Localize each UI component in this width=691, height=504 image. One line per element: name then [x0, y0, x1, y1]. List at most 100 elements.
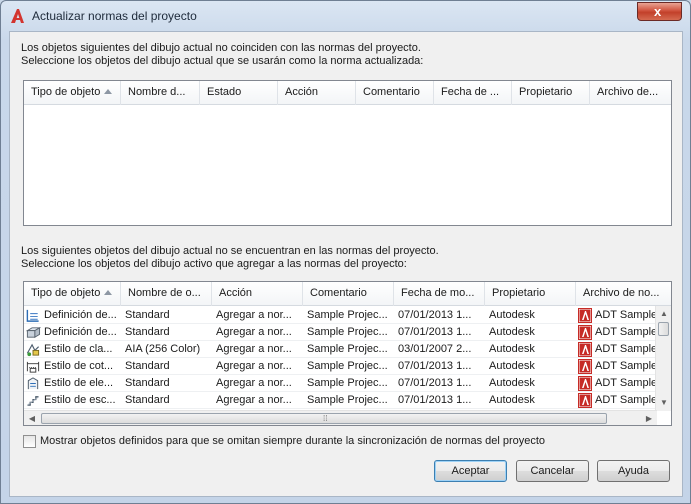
- cell-nombre: Standard: [125, 377, 170, 389]
- title-bar[interactable]: Actualizar normas del proyecto x: [1, 1, 690, 31]
- cell-propietario: Autodesk: [489, 309, 535, 321]
- cell-propietario: Autodesk: [489, 360, 535, 372]
- cell-archivo: ADT Sample: [576, 307, 660, 324]
- horizontal-scroll-thumb[interactable]: ⁞⁞: [41, 413, 607, 424]
- skip-objects-label: Mostrar objetos definidos para que se om…: [40, 435, 546, 447]
- cell-archivo: ADT Sample: [576, 392, 660, 409]
- grip-icon: ⁞⁞: [323, 414, 328, 423]
- standards-file-icon: [578, 308, 592, 323]
- cell-tipo: Estilo de cot...: [24, 358, 121, 375]
- dialog-body: Los objetos siguientes del dibujo actual…: [9, 31, 683, 497]
- grid1-col-fecha[interactable]: Fecha de ...: [434, 81, 512, 105]
- standards-file-icon: [578, 393, 592, 408]
- grid2-col-fecha[interactable]: Fecha de mo...: [394, 282, 485, 306]
- cell-tipo: Estilo de cla...: [24, 341, 121, 358]
- sort-ascending-icon: [104, 89, 113, 94]
- cell-archivo: ADT Sample: [576, 324, 660, 341]
- grid2-col-nombre[interactable]: Nombre de o...: [121, 282, 212, 306]
- table-row[interactable]: Definición de... Standard Agregar a nor...…: [24, 324, 660, 341]
- cell-archivo: ADT Sample: [576, 358, 660, 375]
- cell-propietario: Autodesk: [489, 326, 535, 338]
- grid2-col-archivo[interactable]: Archivo de no...: [576, 282, 671, 306]
- grid1-col-archivo[interactable]: Archivo de...: [590, 81, 671, 105]
- cell-tipo: Definición de...: [24, 307, 121, 324]
- table-row[interactable]: Estilo de ele... Standard Agregar a nor...…: [24, 375, 660, 392]
- window-title: Actualizar normas del proyecto: [32, 9, 197, 23]
- cell-nombre: Standard: [125, 326, 170, 338]
- section2-description: Los siguientes objetos del dibujo actual…: [21, 245, 439, 270]
- table-row[interactable]: Estilo de cla... AIA (256 Color) Agregar a…: [24, 341, 660, 358]
- accept-button[interactable]: Aceptar: [434, 460, 507, 482]
- cell-comentario: Sample Projec...: [307, 377, 388, 389]
- autocad-logo-icon: [11, 9, 24, 23]
- wall-style-icon: [26, 309, 39, 322]
- cell-archivo: ADT Sample: [576, 375, 660, 392]
- grid2-col-tipo[interactable]: Tipo de objeto: [24, 282, 121, 306]
- table-row[interactable]: Estilo de cot... Standard Agregar a nor...…: [24, 358, 660, 375]
- grid1-col-accion[interactable]: Acción: [278, 81, 356, 105]
- cell-comentario: Sample Projec...: [307, 326, 388, 338]
- cell-nombre: Standard: [125, 394, 170, 406]
- cell-propietario: Autodesk: [489, 377, 535, 389]
- grid2-vertical-scrollbar[interactable]: ▲ ▼: [655, 306, 671, 411]
- cell-accion: Agregar a nor...: [216, 377, 292, 389]
- scroll-up-icon[interactable]: ▲: [656, 306, 671, 322]
- cell-archivo: ADT Sample: [576, 341, 660, 358]
- cell-propietario: Autodesk: [489, 394, 535, 406]
- cell-accion: Agregar a nor...: [216, 309, 292, 321]
- mismatched-objects-grid[interactable]: Tipo de objeto Nombre d... Estado Acción…: [23, 80, 672, 226]
- grid1-col-tipo[interactable]: Tipo de objeto: [24, 81, 121, 105]
- stair-style-icon: [27, 396, 39, 406]
- close-button[interactable]: x: [637, 2, 682, 21]
- grid2-col-propietario[interactable]: Propietario: [485, 282, 576, 306]
- scroll-down-icon[interactable]: ▼: [656, 395, 671, 411]
- grid1-header: Tipo de objeto Nombre d... Estado Acción…: [24, 81, 671, 105]
- scroll-left-icon[interactable]: ◀: [24, 411, 40, 425]
- cell-fecha: 07/01/2013 1...: [398, 309, 472, 321]
- grid2-horizontal-scrollbar[interactable]: ◀ ⁞⁞ ▶: [24, 410, 657, 425]
- cell-tipo: Estilo de esc...: [24, 392, 121, 409]
- cell-nombre: Standard: [125, 309, 170, 321]
- table-row[interactable]: Definición de... Standard Agregar a nor...…: [24, 307, 660, 324]
- cell-propietario: Autodesk: [489, 343, 535, 355]
- grid1-col-nombre[interactable]: Nombre d...: [121, 81, 200, 105]
- cell-comentario: Sample Projec...: [307, 360, 388, 372]
- cell-nombre: Standard: [125, 360, 170, 372]
- cell-accion: Agregar a nor...: [216, 343, 292, 355]
- cell-comentario: Sample Projec...: [307, 343, 388, 355]
- cell-comentario: Sample Projec...: [307, 394, 388, 406]
- cell-accion: Agregar a nor...: [216, 360, 292, 372]
- standards-file-icon: [578, 359, 592, 374]
- section1-description: Los objetos siguientes del dibujo actual…: [21, 42, 424, 67]
- scroll-right-icon[interactable]: ▶: [641, 411, 657, 425]
- vertical-scroll-thumb[interactable]: [658, 322, 669, 336]
- cell-fecha: 07/01/2013 1...: [398, 360, 472, 372]
- grid1-col-comentario[interactable]: Comentario: [356, 81, 434, 105]
- slab-style-icon: [25, 326, 41, 339]
- cell-fecha: 07/01/2013 1...: [398, 377, 472, 389]
- help-button[interactable]: Ayuda: [597, 460, 670, 482]
- skip-objects-checkbox[interactable]: [23, 435, 36, 448]
- cell-tipo: Estilo de ele...: [24, 375, 121, 392]
- table-row[interactable]: Estilo de esc... Standard Agregar a nor...…: [24, 392, 660, 409]
- cell-accion: Agregar a nor...: [216, 394, 292, 406]
- cell-tipo: Definición de...: [24, 324, 121, 341]
- cell-fecha: 03/01/2007 2...: [398, 343, 472, 355]
- grid2-header: Tipo de objeto Nombre de o... Acción Com…: [24, 282, 671, 306]
- missing-objects-grid[interactable]: Tipo de objeto Nombre de o... Acción Com…: [23, 281, 672, 426]
- cell-fecha: 07/01/2013 1...: [398, 394, 472, 406]
- standards-file-icon: [578, 376, 592, 391]
- dimension-style-icon: [26, 361, 40, 373]
- standards-file-icon: [578, 325, 592, 340]
- grid1-col-propietario[interactable]: Propietario: [512, 81, 590, 105]
- grid2-col-accion[interactable]: Acción: [212, 282, 303, 306]
- cell-nombre: AIA (256 Color): [125, 343, 201, 355]
- cancel-button[interactable]: Cancelar: [516, 460, 589, 482]
- dialog-window: Actualizar normas del proyecto x Los obj…: [0, 0, 691, 504]
- sort-ascending-icon: [104, 290, 113, 295]
- standards-file-icon: [578, 342, 592, 357]
- cell-fecha: 07/01/2013 1...: [398, 326, 472, 338]
- grid1-col-estado[interactable]: Estado: [200, 81, 278, 105]
- cell-comentario: Sample Projec...: [307, 309, 388, 321]
- grid2-col-comentario[interactable]: Comentario: [303, 282, 394, 306]
